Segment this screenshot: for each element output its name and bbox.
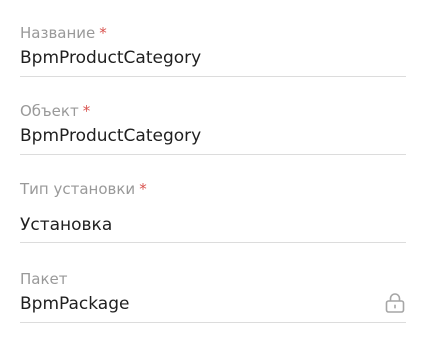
field-install-type-label: Тип установки * <box>20 180 147 198</box>
required-mark: * <box>139 180 147 198</box>
field-underline <box>20 242 406 243</box>
field-package-label-text: Пакет <box>20 270 68 288</box>
field-package-value: BpmPackage <box>20 294 130 314</box>
field-underline <box>20 76 406 77</box>
field-object-label: Объект * <box>20 102 90 120</box>
required-mark: * <box>82 102 91 120</box>
field-object-value[interactable]: BpmProductCategory <box>20 126 201 146</box>
field-name[interactable]: Название * BpmProductCategory <box>20 22 406 78</box>
field-install-type-value[interactable]: Установка <box>20 215 112 235</box>
field-object[interactable]: Объект * BpmProductCategory <box>20 100 406 156</box>
field-underline <box>20 154 406 155</box>
field-install-type-label-text: Тип установки <box>20 180 136 198</box>
field-object-label-text: Объект <box>20 102 79 120</box>
lock-icon-svg <box>385 293 405 313</box>
field-package-label: Пакет <box>20 270 68 288</box>
field-name-label-text: Название <box>20 24 96 42</box>
field-package: Пакет BpmPackage <box>20 268 406 324</box>
field-name-value[interactable]: BpmProductCategory <box>20 48 201 68</box>
field-install-type[interactable]: Тип установки * Установка <box>20 178 406 244</box>
field-underline <box>20 322 406 323</box>
required-mark: * <box>99 24 107 42</box>
field-name-label: Название * <box>20 24 107 42</box>
lock-icon <box>384 292 406 314</box>
